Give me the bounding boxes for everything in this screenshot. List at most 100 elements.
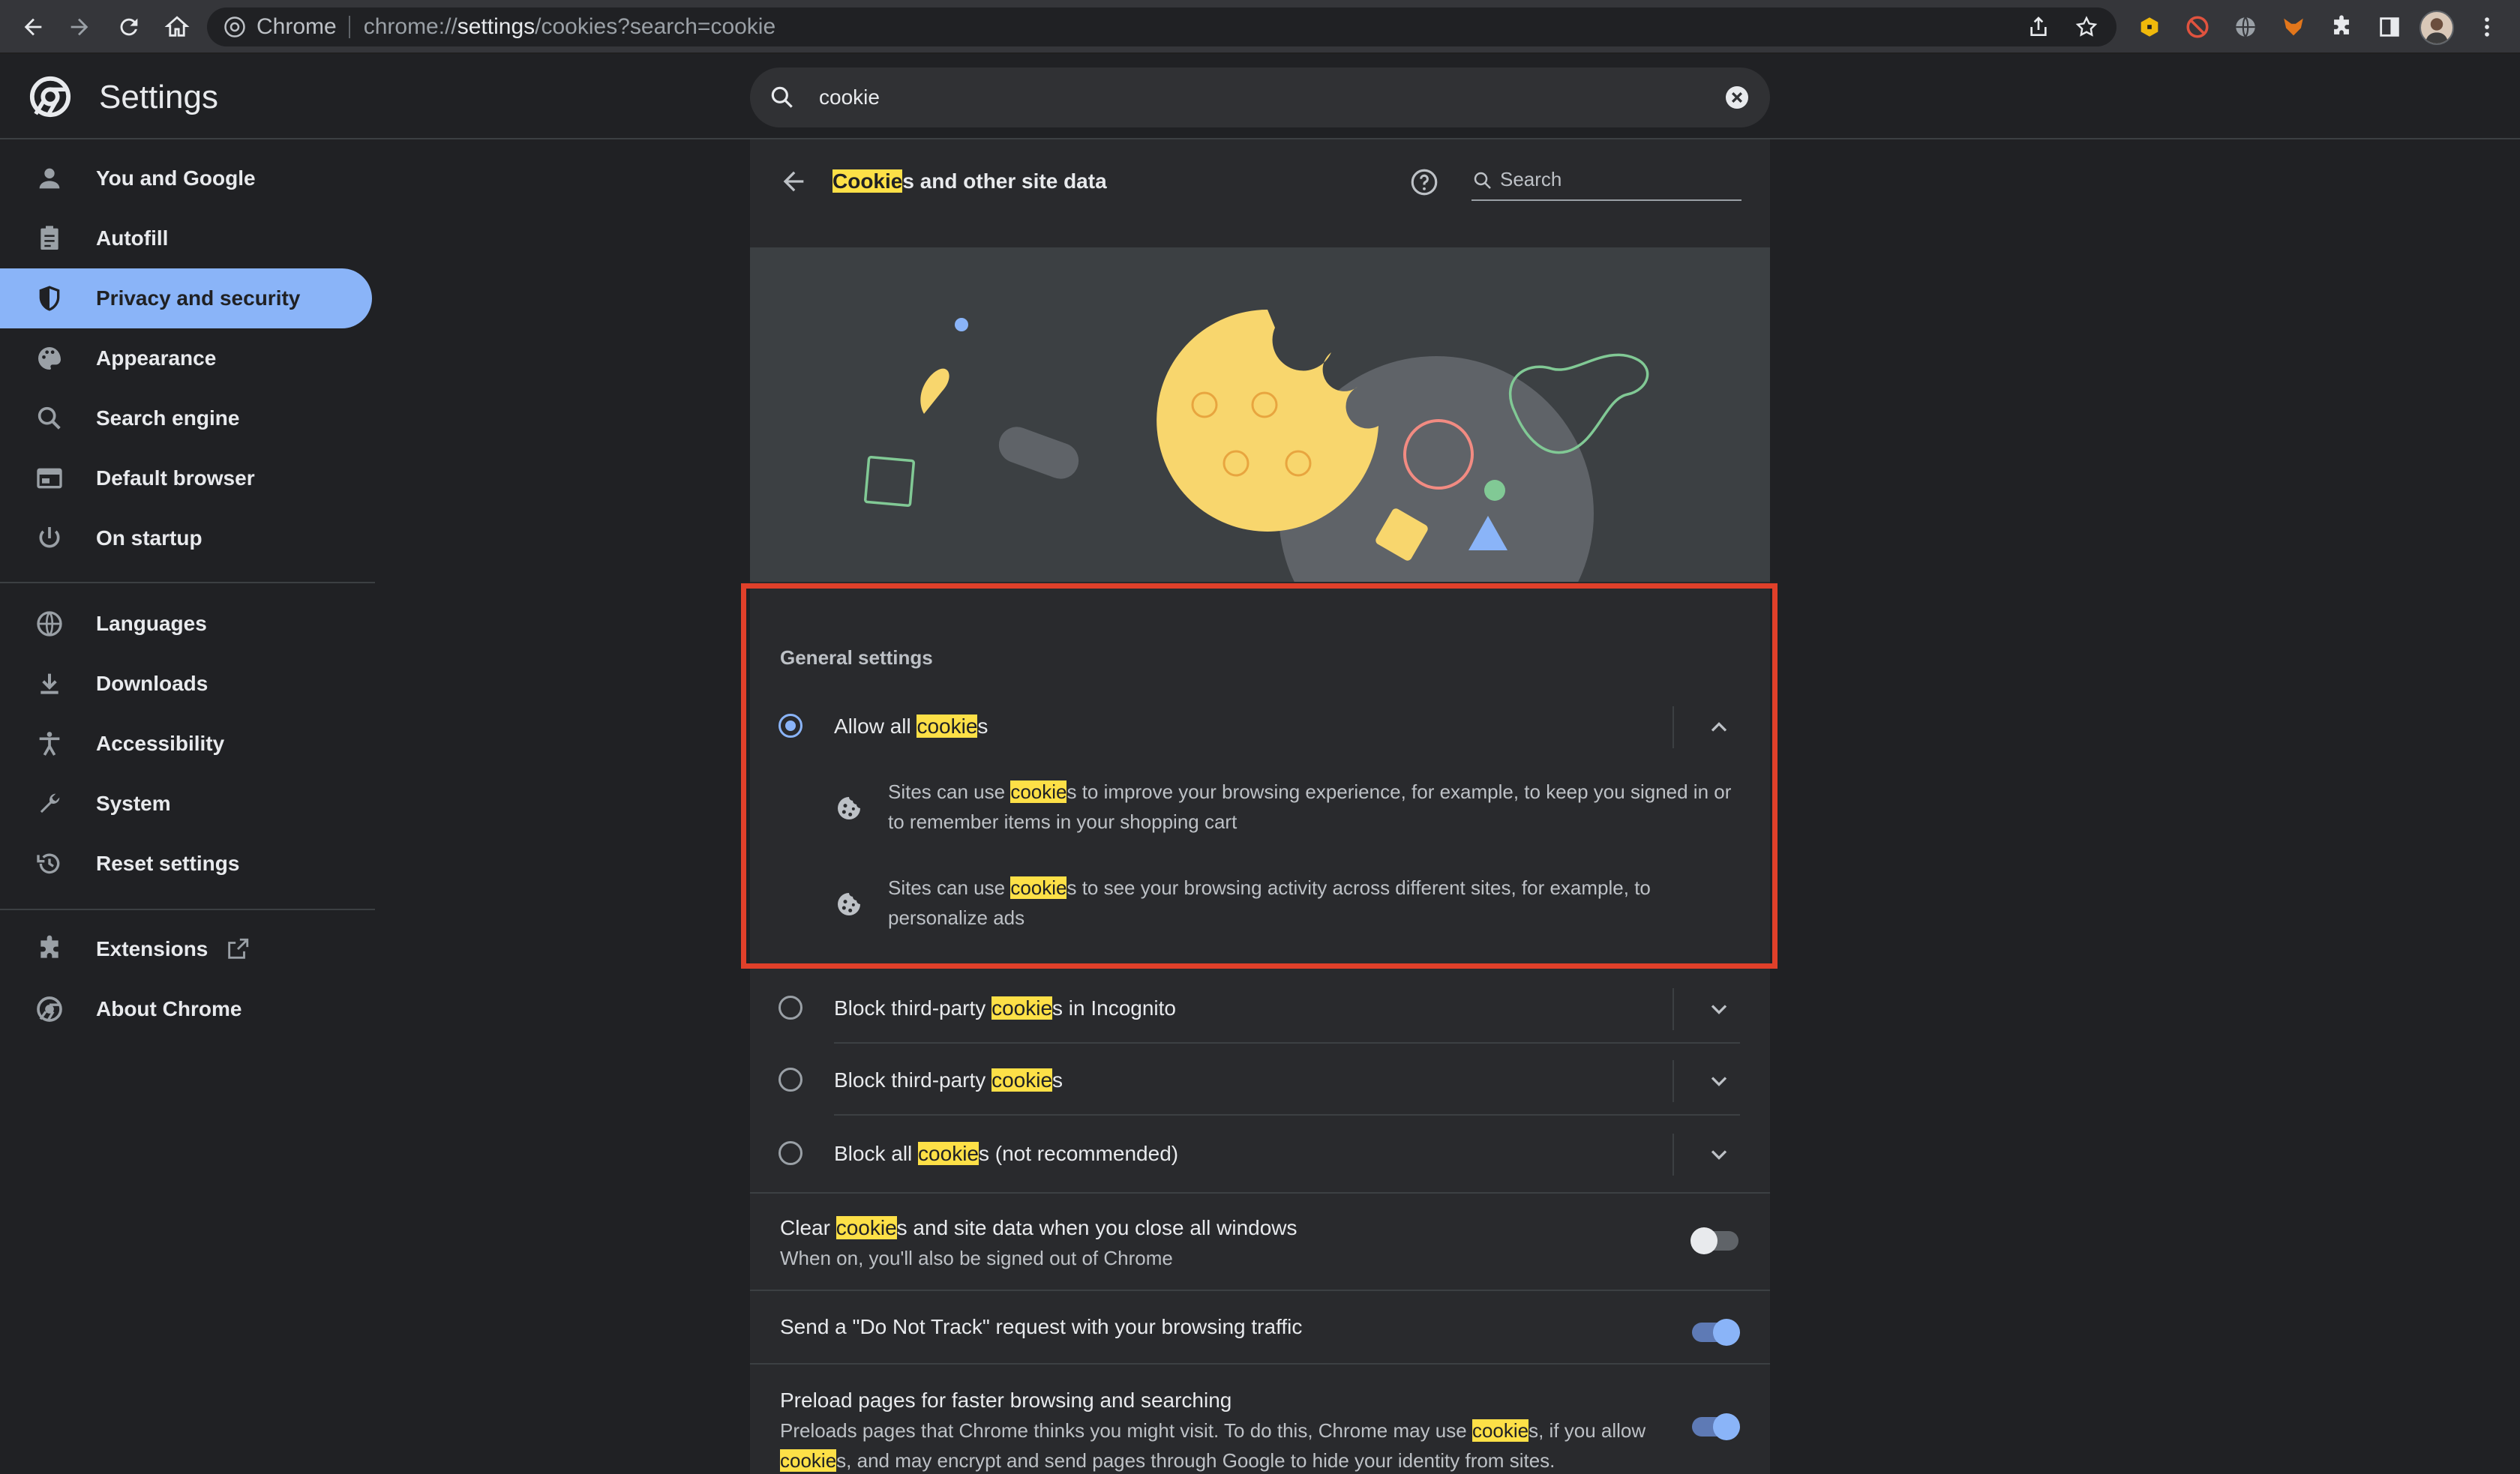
history-icon — [34, 849, 64, 879]
row-separator — [1672, 706, 1674, 748]
preload-pages-toggle[interactable] — [1692, 1413, 1740, 1440]
search-input[interactable] — [819, 85, 1644, 109]
setting-do-not-track[interactable]: Send a "Do Not Track" request with your … — [750, 1291, 1770, 1363]
option-block-all-cookies[interactable]: Block all cookies (not recommended) — [750, 1119, 1770, 1189]
chevron-up-icon[interactable] — [1706, 714, 1732, 741]
external-link-icon — [228, 938, 249, 959]
star-icon — [2075, 16, 2098, 37]
browser-toolbar: Chrome chrome://settings/cookies?search=… — [0, 0, 2520, 54]
extension-4-button[interactable] — [2278, 12, 2308, 42]
do-not-track-toggle[interactable] — [1692, 1319, 1740, 1346]
toggle-knob — [1713, 1319, 1740, 1346]
home-button[interactable] — [160, 10, 194, 43]
sidebar-divider — [0, 909, 375, 910]
option-label: Allow all cookies — [834, 715, 988, 738]
sidebar-item-accessibility[interactable]: Accessibility — [0, 714, 372, 774]
sidebar-item-reset-settings[interactable]: Reset settings — [0, 834, 372, 894]
reload-icon — [120, 18, 138, 36]
radio-button[interactable] — [778, 1141, 802, 1165]
setting-title: Send a "Do Not Track" request with your … — [780, 1315, 1303, 1338]
extension-2-button[interactable] — [2182, 12, 2212, 42]
sidebar-item-label: Reset settings — [96, 852, 240, 875]
extension-1-button[interactable] — [2134, 12, 2164, 42]
blocked-extension-icon — [2186, 16, 2209, 38]
cookie-icon — [838, 797, 860, 819]
back-arrow-icon[interactable] — [778, 166, 808, 196]
settings-search[interactable] — [750, 67, 1770, 127]
share-button[interactable] — [2025, 13, 2052, 40]
hexagon-extension-icon — [2140, 17, 2158, 37]
setting-title: Clear cookies and site data when you clo… — [780, 1216, 1298, 1239]
url-text: chrome://settings/cookies?search=cookie — [363, 14, 776, 39]
sidebar-item-downloads[interactable]: Downloads — [0, 654, 372, 714]
page-title: Settings — [99, 79, 218, 115]
sidebar-item-label: You and Google — [96, 166, 256, 190]
clipboard-icon — [34, 223, 64, 253]
sidebar-item-you-and-google[interactable]: You and Google — [0, 148, 372, 208]
row-divider — [834, 1114, 1740, 1116]
row-divider — [834, 1042, 1740, 1044]
sidebar-item-appearance[interactable]: Appearance — [0, 328, 372, 388]
side-panel-icon — [2380, 17, 2399, 37]
chevron-down-icon[interactable] — [1706, 1141, 1732, 1168]
option-label: Block all cookies (not recommended) — [834, 1142, 1179, 1165]
download-icon — [34, 669, 64, 699]
radio-button[interactable] — [778, 1068, 802, 1092]
sidebar-item-label: Default browser — [96, 466, 255, 490]
search-icon — [34, 403, 64, 433]
option-allow-all-cookies[interactable]: Allow all cookies — [750, 691, 1770, 762]
sidebar-item-autofill[interactable]: Autofill — [0, 208, 372, 268]
power-icon — [34, 523, 64, 553]
sidebar-item-label: Languages — [96, 612, 207, 635]
chevron-down-icon[interactable] — [1706, 996, 1732, 1023]
clear-search-icon[interactable] — [1722, 82, 1752, 112]
sidebar-item-search-engine[interactable]: Search engine — [0, 388, 372, 448]
setting-subtitle: When on, you'll also be signed out of Ch… — [780, 1247, 1173, 1269]
arrow-left-icon — [24, 18, 42, 36]
back-button[interactable] — [16, 10, 50, 43]
option-block-third-party-incognito[interactable]: Block third-party cookies in Incognito — [750, 973, 1770, 1044]
option-block-third-party[interactable]: Block third-party cookies — [750, 1045, 1770, 1116]
radio-button[interactable] — [778, 714, 802, 738]
detail-text: Sites can use cookies to improve your br… — [888, 780, 1732, 833]
search-icon — [771, 86, 793, 108]
extensions-menu-button[interactable] — [2326, 12, 2356, 42]
chevron-down-icon[interactable] — [1706, 1068, 1732, 1095]
sidebar-item-label: Autofill — [96, 226, 169, 250]
side-panel-button[interactable] — [2374, 12, 2404, 42]
setting-preload-pages[interactable]: Preload pages for faster browsing and se… — [750, 1365, 1770, 1474]
globe-icon — [34, 609, 64, 639]
sidebar-item-languages[interactable]: Languages — [0, 594, 372, 654]
sidebar-item-about-chrome[interactable]: About Chrome — [0, 979, 372, 1039]
bookmark-star-button[interactable] — [2073, 13, 2100, 40]
person-icon — [34, 163, 64, 193]
sidebar-item-default-browser[interactable]: Default browser — [0, 448, 372, 508]
browser-icon — [34, 463, 64, 493]
browser-menu-button[interactable] — [2472, 12, 2502, 42]
address-bar[interactable]: Chrome chrome://settings/cookies?search=… — [207, 7, 2116, 46]
profile-avatar[interactable] — [2420, 10, 2454, 45]
sidebar-item-label: Accessibility — [96, 732, 225, 755]
puzzle-icon — [34, 934, 64, 964]
shield-icon — [34, 283, 64, 313]
help-icon[interactable] — [1408, 166, 1440, 198]
clear-on-exit-toggle[interactable] — [1690, 1227, 1738, 1254]
sidebar-item-on-startup[interactable]: On startup — [0, 508, 372, 568]
section-divider — [750, 1192, 1770, 1194]
toggle-knob — [1690, 1227, 1718, 1254]
extension-3-button[interactable] — [2230, 12, 2260, 42]
subpage-search[interactable] — [1472, 165, 1742, 201]
radio-button[interactable] — [778, 996, 802, 1020]
subpage-search-input[interactable] — [1500, 168, 1732, 191]
forward-button[interactable] — [63, 10, 96, 43]
setting-clear-on-exit[interactable]: Clear cookies and site data when you clo… — [750, 1200, 1770, 1281]
puzzle-icon — [2334, 15, 2349, 34]
home-icon — [164, 16, 190, 37]
section-label-general: General settings — [780, 646, 933, 669]
toggle-knob — [1713, 1413, 1740, 1440]
sidebar-item-system[interactable]: System — [0, 774, 372, 834]
site-name: Chrome — [256, 14, 337, 39]
sidebar-item-extensions[interactable]: Extensions — [0, 919, 372, 979]
reload-button[interactable] — [112, 10, 146, 43]
sidebar-item-privacy-and-security[interactable]: Privacy and security — [0, 268, 372, 328]
